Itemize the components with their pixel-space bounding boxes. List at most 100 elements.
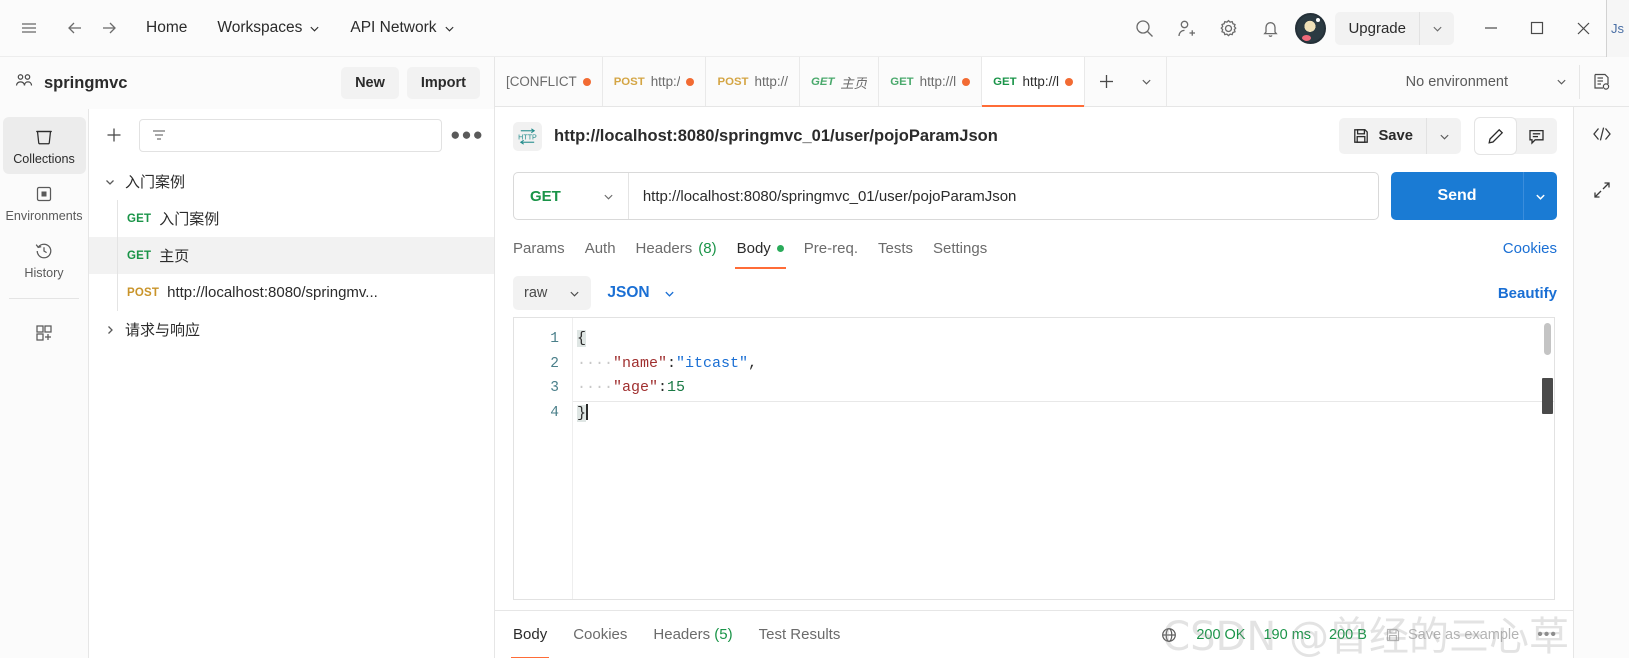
beautify-button[interactable]: Beautify: [1498, 285, 1557, 302]
chevron-right-icon[interactable]: [103, 324, 117, 336]
tree-folder-label: 入门案例: [125, 174, 186, 191]
floppy-disk-icon: [1386, 628, 1400, 641]
tab-headers-label: Headers: [635, 239, 693, 257]
sidebar-item-collections[interactable]: Collections: [2, 117, 86, 174]
import-button[interactable]: Import: [406, 67, 480, 99]
upgrade-caret-icon[interactable]: [1420, 12, 1454, 45]
body-mode-selector[interactable]: raw: [513, 276, 592, 310]
workspaces-menu[interactable]: Workspaces: [207, 13, 330, 43]
send-button[interactable]: Send: [1391, 172, 1523, 220]
api-network-menu[interactable]: API Network: [340, 13, 464, 43]
unsaved-dot-icon: [582, 77, 591, 86]
expand-arrows-icon[interactable]: [1592, 180, 1612, 205]
response-tab-body[interactable]: Body: [510, 611, 550, 658]
request-tab[interactable]: POST http://: [706, 57, 800, 106]
code-brackets-icon[interactable]: [1591, 123, 1613, 150]
sidebar-item-history[interactable]: History: [3, 231, 86, 288]
new-button[interactable]: New: [341, 67, 399, 99]
tab-list-button[interactable]: [1127, 57, 1168, 106]
tab-auth-label: Auth: [584, 239, 616, 257]
method-selector[interactable]: GET: [514, 173, 629, 219]
window-close-button[interactable]: [1560, 6, 1606, 50]
response-tab-headers-label: Headers: [653, 626, 711, 643]
body-format-selector[interactable]: JSON: [607, 284, 674, 302]
tab-prerequest[interactable]: Pre-req.: [804, 227, 858, 269]
chevron-down-icon: [444, 26, 454, 32]
home-link[interactable]: Home: [136, 13, 197, 43]
sidebar-item-environments[interactable]: Environments: [3, 174, 86, 231]
tree-request-row-selected[interactable]: GET 主页: [89, 237, 494, 274]
tab-tests[interactable]: Tests: [878, 227, 913, 269]
tree-request-row[interactable]: POST http://localhost:8080/springmv...: [89, 274, 494, 311]
new-tab-button[interactable]: [1085, 57, 1127, 106]
json-colon: :: [667, 354, 677, 372]
tab-title: [CONFLICT: [506, 74, 577, 89]
save-caret-icon[interactable]: [1427, 118, 1461, 154]
url-input[interactable]: http://localhost:8080/springmvc_01/user/…: [629, 188, 1378, 205]
line-number: 1: [550, 331, 559, 347]
cookies-link[interactable]: Cookies: [1503, 240, 1557, 257]
back-icon[interactable]: [58, 11, 92, 45]
tab-headers[interactable]: Headers (8): [636, 227, 717, 269]
tab-auth[interactable]: Auth: [585, 227, 616, 269]
window-maximize-button[interactable]: [1514, 6, 1560, 50]
history-icon: [35, 243, 52, 259]
user-avatar[interactable]: [1295, 12, 1327, 44]
sidebar-item-apps[interactable]: [3, 313, 86, 352]
tab-title: http://l: [919, 74, 957, 89]
editor-scrollbar-thumb[interactable]: [1542, 378, 1553, 414]
hamburger-icon[interactable]: [12, 11, 46, 45]
gear-icon[interactable]: [1207, 8, 1249, 48]
left-body: Collections Environments History ●●● 入门案…: [0, 109, 494, 658]
request-workspace: [CONFLICT POST http:/ POST http:// GET 主…: [495, 57, 1629, 658]
response-more-icon[interactable]: •••: [1537, 626, 1557, 644]
collection-tree: 入门案例 GET 入门案例 GET 主页 POST http://localho…: [89, 161, 494, 348]
chevron-down-icon[interactable]: [103, 176, 117, 188]
apps-add-icon: [36, 325, 52, 341]
environment-quick-look-icon[interactable]: [1579, 64, 1623, 99]
collections-more-button[interactable]: ●●●: [450, 118, 484, 152]
editor-code[interactable]: { ····"name":"itcast", ····"age":15 }: [572, 318, 1554, 599]
workspace-name: springmvc: [44, 73, 128, 92]
save-button[interactable]: Save: [1339, 118, 1427, 154]
bell-icon[interactable]: [1249, 8, 1291, 48]
body-editor[interactable]: 1 2 3 4 { ····"name":"itcast", ····"age"…: [513, 317, 1555, 600]
filter-icon: [153, 130, 165, 140]
editor-scrollbar-thumb-top[interactable]: [1544, 323, 1551, 355]
forward-icon[interactable]: [92, 11, 126, 45]
method-label: GET: [530, 187, 561, 205]
save-as-example-button[interactable]: Save as example: [1385, 627, 1519, 643]
response-tab-headers[interactable]: Headers (5): [653, 611, 732, 658]
send-options-caret-icon[interactable]: [1523, 172, 1557, 220]
search-input[interactable]: [139, 118, 442, 152]
close-brace: }: [577, 404, 587, 422]
pencil-icon[interactable]: [1475, 118, 1516, 154]
response-bar: Body Cookies Headers (5) Test Results 20…: [495, 610, 1573, 658]
tab-params[interactable]: Params: [513, 227, 565, 269]
request-tab[interactable]: GET http://l: [879, 57, 983, 106]
environments-icon: [36, 186, 52, 202]
request-tab-active[interactable]: GET http://l: [982, 57, 1086, 107]
request-tab[interactable]: POST http:/: [602, 57, 707, 106]
add-collection-button[interactable]: [97, 118, 131, 152]
upgrade-button[interactable]: Upgrade: [1335, 11, 1420, 45]
tab-settings[interactable]: Settings: [933, 227, 987, 269]
request-tab[interactable]: GET 主页: [800, 57, 880, 106]
comment-icon[interactable]: [1516, 118, 1557, 154]
window-minimize-button[interactable]: [1468, 6, 1514, 50]
home-label: Home: [146, 19, 188, 36]
tab-body[interactable]: Body: [734, 227, 787, 269]
tree-request-row[interactable]: GET 入门案例: [89, 200, 494, 237]
environment-selector[interactable]: No environment: [1394, 65, 1579, 99]
url-box: GET http://localhost:8080/springmvc_01/u…: [513, 172, 1379, 220]
person-add-icon[interactable]: [1165, 8, 1207, 48]
floppy-disk-icon: [1354, 129, 1369, 143]
response-status: 200 OK: [1196, 626, 1246, 643]
sidebar-rail: Collections Environments History: [0, 109, 89, 658]
search-icon[interactable]: [1123, 8, 1165, 48]
tree-folder-row[interactable]: 请求与响应: [89, 311, 494, 348]
tree-folder-row[interactable]: 入门案例: [89, 163, 494, 200]
response-tab-cookies[interactable]: Cookies: [573, 611, 627, 658]
response-tab-test-results[interactable]: Test Results: [759, 611, 841, 658]
request-tab[interactable]: [CONFLICT: [495, 57, 603, 106]
